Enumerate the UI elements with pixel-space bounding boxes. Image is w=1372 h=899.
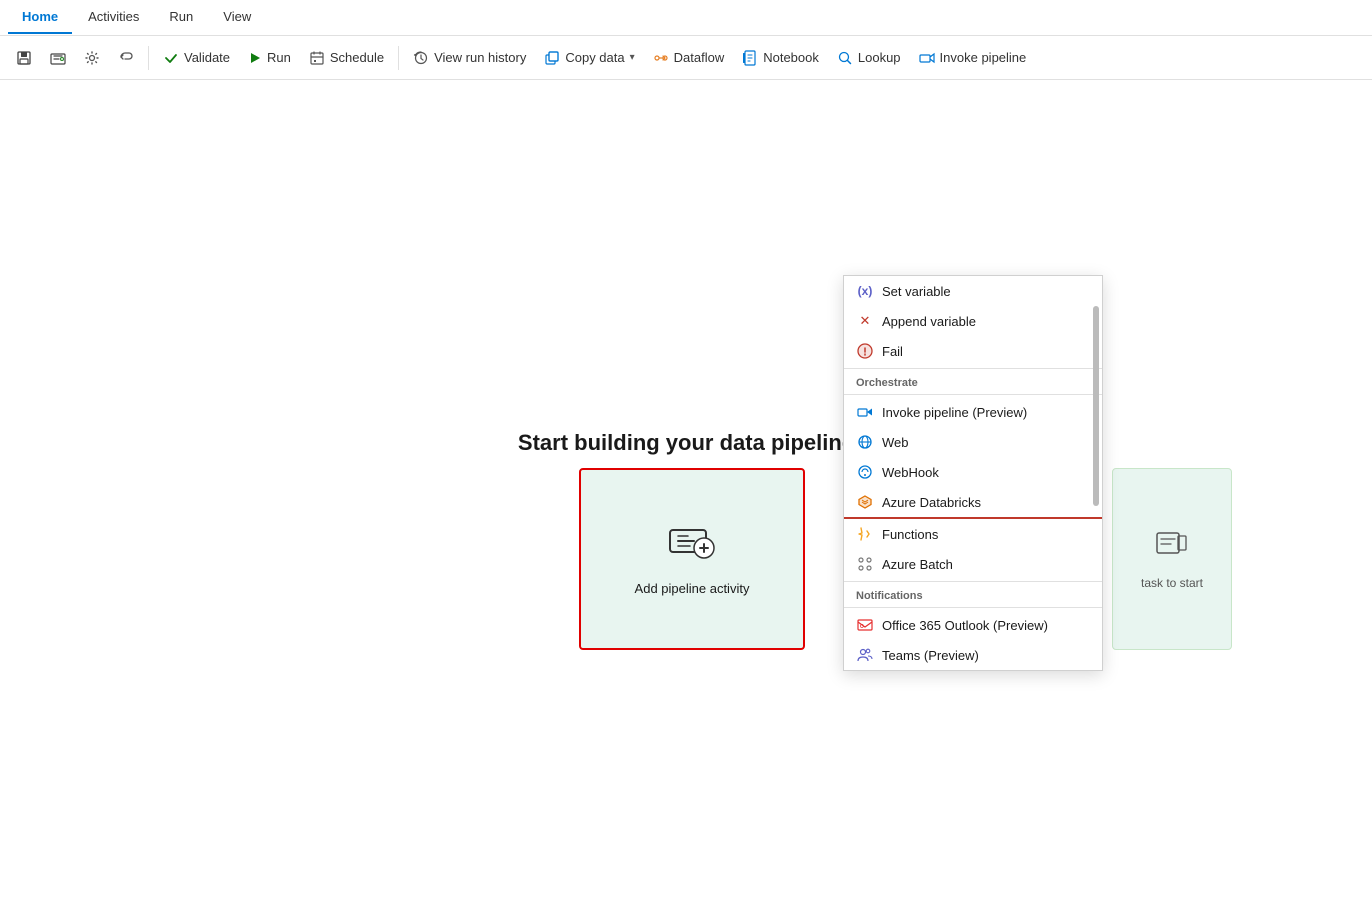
add-pipeline-activity-card[interactable]: Add pipeline activity (579, 468, 805, 650)
office365-icon: O (856, 616, 874, 634)
toolbar: Validate Run Schedule (0, 36, 1372, 80)
azure-batch-icon (856, 555, 874, 573)
section-orchestrate: Orchestrate (844, 371, 1102, 392)
nav-tabs: Home Activities Run View (0, 0, 1372, 36)
databricks-label: Azure Databricks (882, 495, 981, 510)
set-variable-icon: (x) (856, 282, 874, 300)
save-icon (16, 50, 32, 66)
add-pipeline-activity-icon (668, 522, 716, 569)
fail-label: Fail (882, 344, 903, 359)
notebook-icon (742, 50, 758, 66)
section-notifications: Notifications (844, 584, 1102, 605)
validate-icon (163, 50, 179, 66)
scrollbar-thumb (1093, 306, 1099, 506)
separator-orchestrate-2 (844, 394, 1102, 395)
invoke-pipeline-button[interactable]: Invoke pipeline (911, 45, 1035, 71)
copy-data-icon (544, 50, 560, 66)
webhook-label: WebHook (882, 465, 939, 480)
run-label: Run (267, 50, 291, 65)
validate-button[interactable]: Validate (155, 45, 238, 71)
office365-label: Office 365 Outlook (Preview) (882, 618, 1048, 633)
invoke-pipeline-icon (919, 50, 935, 66)
invoke-pipeline-menu-icon (856, 403, 874, 421)
web-icon (856, 433, 874, 451)
teams-label: Teams (Preview) (882, 648, 979, 663)
view-run-history-button[interactable]: View run history (405, 45, 534, 71)
menu-item-invoke-pipeline[interactable]: Invoke pipeline (Preview) (844, 397, 1102, 427)
separator-notifications-2 (844, 607, 1102, 608)
teams-icon (856, 646, 874, 664)
tab-run[interactable]: Run (155, 1, 207, 34)
dataflow-label: Dataflow (674, 50, 725, 65)
copy-data-button[interactable]: Copy data ▾ (536, 45, 642, 71)
validate-label: Validate (184, 50, 230, 65)
menu-item-functions[interactable]: Functions (844, 519, 1102, 549)
gear-icon (84, 50, 100, 66)
menu-item-set-variable[interactable]: (x) Set variable (844, 276, 1102, 306)
functions-icon (856, 525, 874, 543)
tab-home[interactable]: Home (8, 1, 72, 34)
schedule-button[interactable]: Schedule (301, 45, 392, 71)
right-card-icon (1156, 529, 1188, 564)
undo-button[interactable] (110, 45, 142, 71)
view-run-history-label: View run history (434, 50, 526, 65)
undo-icon (118, 50, 134, 66)
history-icon (413, 50, 429, 66)
set-variable-label: Set variable (882, 284, 951, 299)
append-variable-label: Append variable (882, 314, 976, 329)
invoke-pipeline-label: Invoke pipeline (940, 50, 1027, 65)
dropdown-scrollbar[interactable] (1092, 276, 1100, 670)
web-label: Web (882, 435, 909, 450)
dataflow-button[interactable]: Dataflow (645, 45, 733, 71)
schedule-label: Schedule (330, 50, 384, 65)
settings-button[interactable] (76, 45, 108, 71)
separator-notifications (844, 581, 1102, 582)
lookup-icon (837, 50, 853, 66)
menu-item-azure-databricks[interactable]: Azure Databricks (844, 487, 1102, 519)
azure-batch-label: Azure Batch (882, 557, 953, 572)
canvas-heading: Start building your data pipeline (518, 430, 854, 456)
edit-button[interactable] (42, 45, 74, 71)
notebook-button[interactable]: Notebook (734, 45, 827, 71)
menu-item-web[interactable]: Web (844, 427, 1102, 457)
add-pipeline-activity-label: Add pipeline activity (635, 581, 750, 596)
functions-label: Functions (882, 527, 938, 542)
menu-item-webhook[interactable]: WebHook (844, 457, 1102, 487)
tab-view[interactable]: View (209, 1, 265, 34)
lookup-label: Lookup (858, 50, 901, 65)
fail-icon (856, 342, 874, 360)
schedule-icon (309, 50, 325, 66)
menu-item-office365[interactable]: O Office 365 Outlook (Preview) (844, 610, 1102, 640)
copy-data-dropdown-icon[interactable]: ▾ (630, 52, 635, 63)
copy-data-label: Copy data (565, 50, 624, 65)
lookup-button[interactable]: Lookup (829, 45, 909, 71)
right-activity-card[interactable]: task to start (1112, 468, 1232, 650)
notebook-label: Notebook (763, 50, 819, 65)
menu-item-azure-batch[interactable]: Azure Batch (844, 549, 1102, 579)
tab-activities[interactable]: Activities (74, 1, 153, 34)
databricks-icon (856, 493, 874, 511)
dataflow-icon (653, 50, 669, 66)
separator-2 (398, 46, 399, 70)
invoke-pipeline-menu-label: Invoke pipeline (Preview) (882, 405, 1027, 420)
activity-dropdown-menu: (x) Set variable ✕ Append variable Fail (843, 275, 1103, 671)
append-variable-icon: ✕ (856, 312, 874, 330)
run-icon (248, 51, 262, 65)
menu-item-teams[interactable]: Teams (Preview) (844, 640, 1102, 670)
webhook-icon (856, 463, 874, 481)
separator-1 (148, 46, 149, 70)
canvas: Start building your data pipeline Add pi… (0, 80, 1372, 899)
right-card-label: task to start (1141, 576, 1203, 590)
menu-item-fail[interactable]: Fail (844, 336, 1102, 366)
separator-orchestrate (844, 368, 1102, 369)
menu-item-append-variable[interactable]: ✕ Append variable (844, 306, 1102, 336)
svg-text:O: O (860, 624, 864, 630)
run-button[interactable]: Run (240, 45, 299, 70)
edit-icon (50, 50, 66, 66)
save-button[interactable] (8, 45, 40, 71)
main-area: Start building your data pipeline Add pi… (0, 80, 1372, 899)
